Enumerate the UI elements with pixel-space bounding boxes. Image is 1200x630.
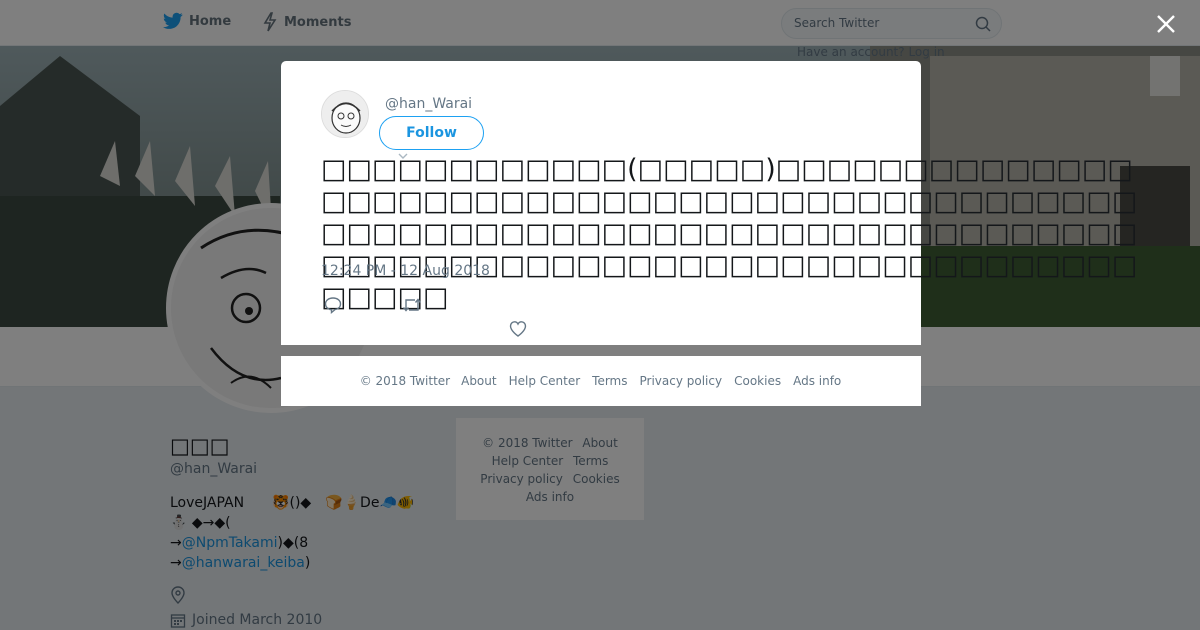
footer-help-link[interactable]: Help Center bbox=[509, 374, 581, 388]
footer-ads-link[interactable]: Ads info bbox=[793, 374, 841, 388]
close-icon[interactable] bbox=[1152, 10, 1180, 38]
reply-icon[interactable] bbox=[324, 296, 342, 314]
avatar-drawing bbox=[322, 91, 368, 137]
heart-icon[interactable] bbox=[509, 320, 527, 338]
footer-privacy-link[interactable]: Privacy policy bbox=[640, 374, 723, 388]
retweet-icon[interactable] bbox=[402, 296, 422, 314]
tweet-text: □□□□□□□□□□□□(□□□□□)□□□□□□□□□□□□□□□□□□□□□… bbox=[321, 154, 1138, 313]
tweet-timestamp[interactable]: 12:24 PM - 12 Aug 2018 bbox=[321, 263, 490, 279]
follow-button[interactable]: Follow bbox=[379, 116, 484, 150]
footer-copyright: © 2018 Twitter bbox=[359, 374, 451, 388]
footer-terms-link[interactable]: Terms bbox=[592, 374, 627, 388]
footer-about-link[interactable]: About bbox=[461, 374, 496, 388]
tweet-author-handle[interactable]: @han_Warai bbox=[385, 96, 472, 112]
modal-footer: © 2018 Twitter About Help Center Terms P… bbox=[281, 356, 921, 406]
tweet-modal: @han_Warai Follow □□□□□□□□□□□□(□□□□□)□□□… bbox=[281, 61, 1137, 345]
footer-cookies-link[interactable]: Cookies bbox=[734, 374, 781, 388]
tweet-author-avatar[interactable] bbox=[321, 90, 369, 138]
